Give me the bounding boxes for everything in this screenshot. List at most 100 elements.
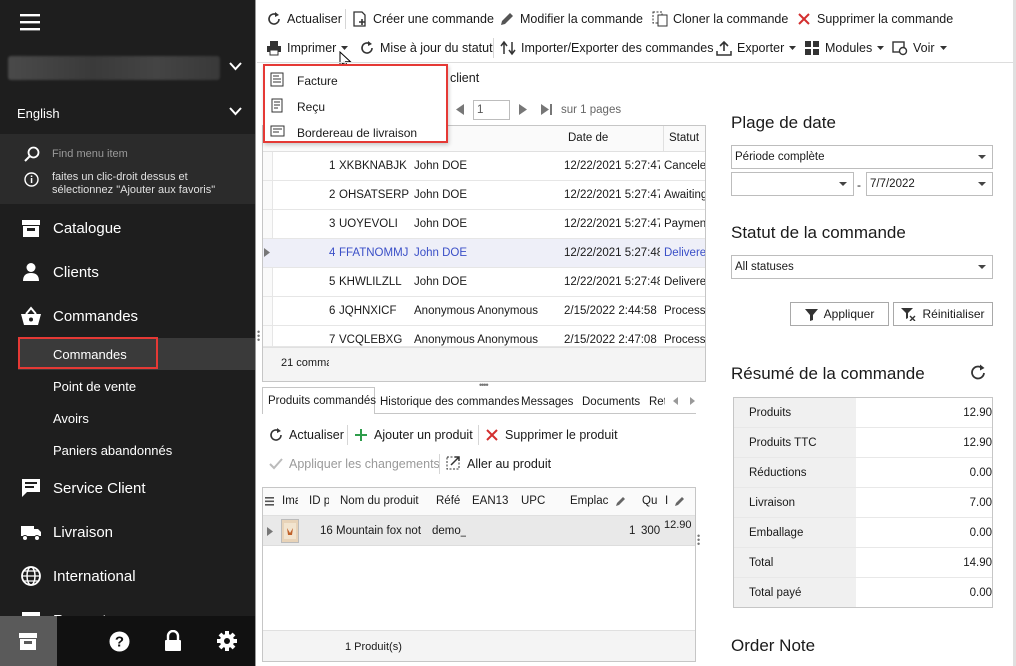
column-header-price[interactable]: I: [665, 495, 668, 507]
goto-product-button[interactable]: Aller au produit: [446, 456, 551, 472]
delete-order-button[interactable]: Supprimer la commande: [796, 11, 953, 27]
table-row[interactable]: 5 KHWLILZLL John DOE 12/22/2021 5:27:48 …: [263, 268, 705, 297]
apply-changes-button[interactable]: Appliquer les changements: [268, 456, 440, 472]
date-to-input[interactable]: 7/7/2022: [866, 172, 993, 196]
next-page-icon[interactable]: [518, 104, 528, 115]
print-dropdown-button[interactable]: Imprimer: [266, 40, 349, 56]
tab-documents[interactable]: Documents: [582, 390, 640, 414]
divider: [439, 454, 440, 474]
splitter-grip-vertical[interactable]: • • •: [697, 532, 700, 549]
status-update-button[interactable]: Mise à jour du statut: [359, 40, 493, 56]
sidebar-group-catalogue[interactable]: Catalogue: [0, 206, 255, 250]
grid-menu-icon[interactable]: [265, 497, 274, 506]
sidebar-group-international[interactable]: International: [0, 554, 255, 598]
column-header-reference[interactable]: Réfé: [436, 495, 460, 507]
status-select[interactable]: All statuses: [731, 255, 993, 279]
table-row[interactable]: 7 VCQLEBXG Anonymous Anonymous 2/15/2022…: [263, 326, 705, 347]
modules-dropdown-button[interactable]: Modules: [804, 40, 885, 56]
refresh-icon[interactable]: [970, 364, 987, 381]
column-header-status[interactable]: Statut: [669, 132, 699, 144]
lock-icon[interactable]: [164, 630, 182, 652]
menu-item-receipt[interactable]: Reçu: [268, 95, 443, 117]
date-range-dash: -: [857, 178, 861, 192]
page-input[interactable]: 1: [473, 100, 510, 120]
tab-scroll-left-icon[interactable]: [673, 397, 678, 405]
column-header-image[interactable]: Ima: [282, 495, 298, 507]
toolbar-divider: [257, 62, 1014, 63]
cell-status: Payment: [664, 218, 705, 230]
sidebar-group-livraison[interactable]: Livraison: [0, 510, 255, 554]
export-dropdown-button[interactable]: Exporter: [716, 40, 797, 56]
delete-product-button[interactable]: Supprimer le produit: [484, 427, 618, 443]
sidebar-group-clients[interactable]: Clients: [0, 250, 255, 294]
cell-num: 1: [329, 160, 336, 172]
last-page-icon[interactable]: [540, 104, 553, 115]
create-order-button[interactable]: Créer une commande: [352, 11, 494, 27]
sidebar-item-paniers-abandonnes[interactable]: Paniers abandonnés: [0, 434, 255, 466]
cell-ref: OHSATSERP: [339, 189, 410, 201]
gear-icon[interactable]: [216, 630, 238, 652]
sidebar-label: Service Client: [53, 479, 146, 497]
edit-order-button[interactable]: Modifier la commande: [499, 11, 643, 27]
tab-ordered-products[interactable]: Produits commandés: [268, 389, 376, 413]
cell-date: 12/22/2021 5:27:47: [564, 189, 660, 201]
tab-scroll-right-icon[interactable]: [690, 397, 695, 405]
splitter-grip-vertical[interactable]: • • •: [257, 328, 260, 345]
prev-page-icon[interactable]: [455, 104, 465, 115]
table-row[interactable]: 2 OHSATSERP John DOE 12/22/2021 5:27:47 …: [263, 181, 705, 210]
add-product-button[interactable]: Ajouter un produit: [353, 427, 473, 443]
menu-item-delivery-slip[interactable]: Bordereau de livraison: [268, 121, 443, 143]
column-header-id[interactable]: ID p: [309, 495, 329, 507]
pencil-icon: [499, 11, 515, 27]
apply-changes-label: Appliquer les changements: [289, 457, 440, 471]
view-dropdown-button[interactable]: Voir: [892, 40, 947, 56]
cell-ref: KHWLILZLL: [339, 276, 402, 288]
table-row[interactable]: 1 XKBKNABJK John DOE 12/22/2021 5:27:47 …: [263, 152, 705, 181]
basket-icon: [20, 305, 42, 327]
products-refresh-button[interactable]: Actualiser: [268, 427, 344, 443]
import-export-button[interactable]: Importer/Exporter des commandes: [500, 40, 713, 56]
dropdown-caret-icon: [789, 46, 797, 50]
summary-row: Livraison 7.00: [734, 488, 992, 518]
column-header-date[interactable]: Date de: [568, 132, 608, 144]
column-header-name[interactable]: Nom du produit: [340, 495, 419, 507]
order-status-title: Statut de la commande: [731, 223, 906, 242]
shop-selector-blurred[interactable]: [8, 56, 220, 80]
sidebar-group-commandes[interactable]: Commandes: [0, 294, 255, 338]
search-input[interactable]: Find menu item: [52, 148, 128, 160]
summary-row: Total payé 0.00: [734, 578, 992, 608]
table-row[interactable]: 6 JQHNXICF Anonymous Anonymous 2/15/2022…: [263, 297, 705, 326]
table-row-selected[interactable]: 4 FFATNOMMJ John DOE 12/22/2021 5:27:48 …: [263, 239, 705, 268]
sidebar-group-service-client[interactable]: Service Client: [0, 466, 255, 510]
tab-messages[interactable]: Messages: [521, 390, 573, 414]
language-label[interactable]: English: [17, 106, 60, 121]
tab-returns[interactable]: Ret: [649, 390, 665, 414]
chevron-down-icon[interactable]: [229, 62, 242, 71]
store-button[interactable]: [0, 616, 57, 666]
cell-status: Delivered: [664, 247, 705, 259]
column-header-quantity[interactable]: Qu: [642, 495, 657, 507]
chevron-down-icon[interactable]: [229, 107, 242, 116]
date-from-input[interactable]: [731, 172, 854, 196]
column-header-ean13[interactable]: EAN13: [472, 495, 508, 507]
sidebar-item-point-de-vente[interactable]: Point de vente: [0, 370, 255, 402]
printer-icon: [266, 40, 282, 56]
reset-filter-button[interactable]: Réinitialiser: [893, 302, 993, 326]
period-select[interactable]: Période complète: [731, 145, 993, 169]
splitter-grip[interactable]: ••••: [479, 380, 489, 390]
chevron-down-icon: [839, 182, 847, 186]
hamburger-menu-icon[interactable]: [20, 13, 40, 31]
table-row[interactable]: 3 UOYEVOLI John DOE 12/22/2021 5:27:47 P…: [263, 210, 705, 239]
column-header-upc[interactable]: UPC: [521, 495, 545, 507]
apply-filter-button[interactable]: Appliquer: [790, 302, 889, 326]
tab-order-history[interactable]: Historique des commandes: [380, 390, 519, 414]
filter-icon: [804, 308, 818, 321]
help-icon[interactable]: ?: [109, 631, 130, 652]
menu-item-invoice[interactable]: Facture: [268, 69, 443, 91]
sidebar-item-avoirs[interactable]: Avoirs: [0, 402, 255, 434]
divider: [493, 38, 494, 58]
clone-order-button[interactable]: Cloner la commande: [652, 11, 788, 27]
refresh-button[interactable]: Actualiser: [266, 11, 342, 27]
divider: [478, 425, 479, 445]
column-header-location[interactable]: Emplac: [570, 495, 608, 507]
